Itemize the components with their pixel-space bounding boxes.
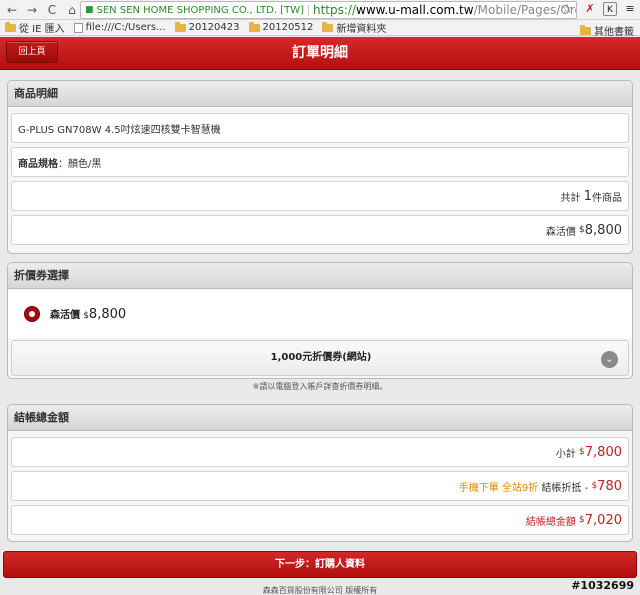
coupon-select[interactable]: 1,000元折價券(網站) ⌄ — [11, 340, 629, 376]
address-bar[interactable]: ■ SEN SEN HOME SHOPPING CO., LTD. [TW] h… — [80, 1, 577, 19]
product-name: G-PLUS GN708W 4.5吋炫速四核雙卡智慧機 — [18, 124, 221, 136]
discount: 手機下單 全站9折 結帳折抵 - $780 — [458, 478, 622, 494]
coupon-panel-title: 折價券選擇 — [8, 263, 632, 289]
product-panel: 商品明細 G-PLUS GN708W 4.5吋炫速四核雙卡智慧機 商品規格 ：顏色… — [7, 80, 633, 254]
back-button[interactable]: 回上頁 — [6, 41, 58, 63]
subtotal-row: 小計 $7,800 — [11, 437, 629, 467]
subtotal: 小計 $7,800 — [555, 444, 622, 460]
coupon-option-row[interactable]: 森活價 $8,800 — [8, 290, 632, 338]
coupon-note: ※請以電腦登入帳戶詳查折價券明細。 — [252, 382, 388, 391]
total-panel: 結帳總金額 小計 $7,800 手機下單 全站9折 結帳折抵 - $780 結帳… — [7, 404, 633, 542]
extension-icon-k[interactable]: K — [603, 2, 617, 16]
product-spec: 商品規格 ：顏色/黑 — [18, 158, 102, 170]
folder-icon — [5, 21, 16, 32]
reload-icon[interactable]: C — [44, 2, 60, 18]
watermark: #1032699 — [571, 579, 634, 592]
url-scheme: https:// — [312, 3, 356, 17]
price-row: 森活價 $8,800 — [11, 215, 629, 245]
bookmark-item[interactable]: 20120423 — [174, 21, 240, 33]
quantity-row: 共計 1 件商品 — [11, 181, 629, 211]
bookmark-item[interactable]: 20120512 — [248, 21, 313, 33]
product-spec-row: 商品規格 ：顏色/黑 — [11, 147, 629, 177]
discount-row: 手機下單 全站9折 結帳折抵 - $780 — [11, 471, 629, 501]
menu-icon[interactable]: ≡ — [623, 2, 637, 16]
footer-copyright: 森森百貨股份有限公司 版權所有 — [262, 586, 378, 595]
page-header: 訂單明細 回上頁 — [0, 37, 640, 70]
folder-icon — [322, 21, 334, 32]
bookmark-item[interactable]: file:///C:/Users... — [73, 22, 166, 33]
product-panel-title: 商品明細 — [8, 81, 632, 107]
bookmark-star-icon[interactable]: ☆ — [561, 2, 573, 18]
bookmarks-bar: 從 IE 匯入 file:///C:/Users... 20120423 201… — [0, 20, 640, 38]
folder-icon — [580, 24, 591, 35]
chevron-down-icon[interactable]: ⌄ — [601, 351, 618, 368]
next-step-button[interactable]: 下一步：訂購人資料 — [3, 551, 637, 578]
bookmark-item[interactable]: 新增資料夾 — [322, 20, 386, 35]
folder-icon — [174, 21, 186, 32]
other-bookmarks[interactable]: 其他書籤 — [580, 23, 634, 38]
coupon-option-label: 森活價 $8,800 — [50, 307, 127, 322]
lock-icon: ■ — [85, 5, 94, 15]
product-price: 森活價 $8,800 — [545, 222, 622, 238]
extension-icon[interactable]: ✗ — [583, 2, 597, 16]
forward-arrow-icon[interactable]: → — [24, 2, 40, 18]
coupon-select-value: 1,000元折價券(網站) — [270, 352, 372, 363]
coupon-panel: 折價券選擇 森活價 $8,800 1,000元折價券(網站) ⌄ — [7, 262, 633, 379]
back-arrow-icon[interactable]: ← — [4, 2, 20, 18]
page-title: 訂單明細 — [292, 45, 348, 61]
browser-toolbar: ← → C ⌂ ■ SEN SEN HOME SHOPPING CO., LTD… — [0, 0, 640, 20]
ev-certificate-badge[interactable]: SEN SEN HOME SHOPPING CO., LTD. [TW] — [97, 4, 309, 16]
grand-total: 結帳總金額 $7,020 — [525, 512, 622, 528]
radio-selected-icon[interactable] — [24, 306, 40, 322]
page-icon — [73, 22, 83, 33]
quantity-summary: 共計 1 件商品 — [560, 188, 622, 204]
home-icon[interactable]: ⌂ — [64, 2, 80, 18]
total-panel-title: 結帳總金額 — [8, 405, 632, 431]
grand-total-row: 結帳總金額 $7,020 — [11, 505, 629, 535]
bookmark-item[interactable]: 從 IE 匯入 — [5, 20, 65, 35]
folder-icon — [248, 21, 260, 32]
url-host: www.u-mall.com.tw — [356, 3, 474, 17]
product-name-row: G-PLUS GN708W 4.5吋炫速四核雙卡智慧機 — [11, 113, 629, 143]
